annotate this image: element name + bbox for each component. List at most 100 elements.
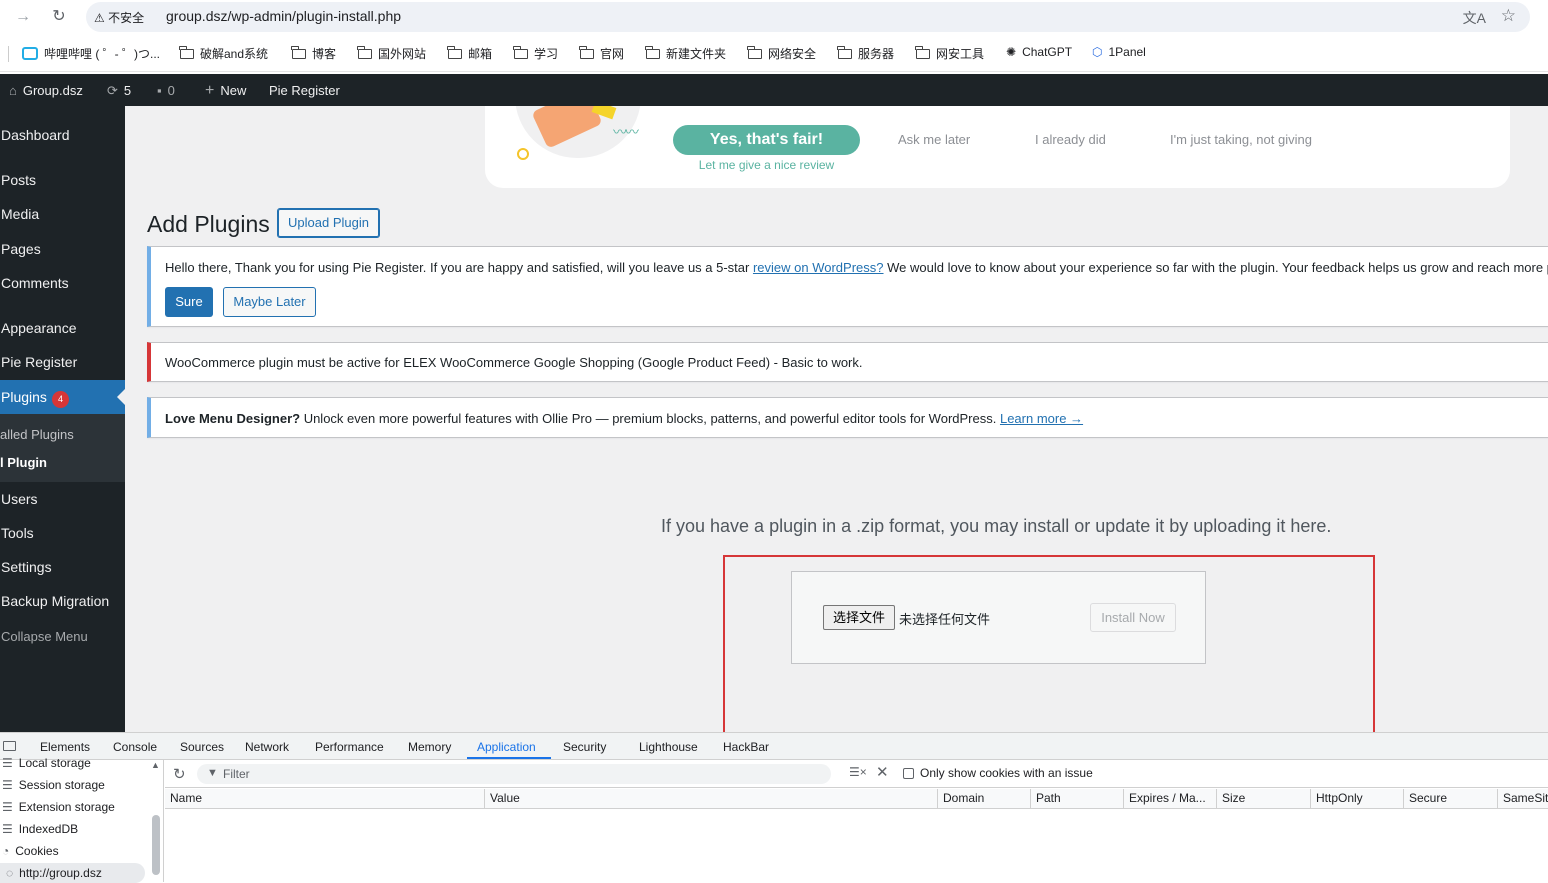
column-header-samesite[interactable]: SameSit xyxy=(1498,789,1548,809)
notice-text: Love Menu Designer? Unlock even more pow… xyxy=(165,411,1084,426)
sidebar-item-settings[interactable]: Settings xyxy=(1,559,52,575)
sidebar-item-appearance[interactable]: Appearance xyxy=(1,320,77,336)
yes-fair-subtitle[interactable]: Let me give a nice review xyxy=(673,158,860,172)
sidebar-item-posts[interactable]: Posts xyxy=(1,172,36,188)
tree-local-storage[interactable]: ☰ Local storage xyxy=(2,756,91,770)
sure-button[interactable]: Sure xyxy=(165,287,213,317)
scroll-up-arrow[interactable]: ▲ xyxy=(151,760,160,770)
device-toggle-icon[interactable] xyxy=(3,741,16,751)
folder-icon xyxy=(357,46,372,59)
tab-network[interactable]: Network xyxy=(245,740,289,754)
filter-input[interactable] xyxy=(223,765,823,783)
bookmark-folder[interactable]: 网络安全 xyxy=(747,45,816,62)
new-content-link[interactable]: + New xyxy=(205,83,246,99)
pie-register-link[interactable]: Pie Register xyxy=(269,83,340,98)
column-header-size[interactable]: Size xyxy=(1217,789,1311,809)
column-header-httponly[interactable]: HttpOnly xyxy=(1311,789,1404,809)
tree-session-storage[interactable]: ☰ Session storage xyxy=(2,778,105,792)
only-issue-checkbox[interactable] xyxy=(903,768,914,779)
column-header-path[interactable]: Path xyxy=(1031,789,1124,809)
bookmark-chatgpt[interactable]: ✺ ChatGPT xyxy=(1006,45,1072,59)
bookmark-bilibili[interactable]: 哔哩哔哩 ( ゜- ゜)つ... xyxy=(22,45,160,62)
bookmark-folder[interactable]: 服务器 xyxy=(837,45,894,62)
tab-security[interactable]: Security xyxy=(563,740,606,754)
column-header-value[interactable]: Value xyxy=(485,789,938,809)
filter-icon: ▼ xyxy=(207,767,218,779)
sidebar-item-tools[interactable]: Tools xyxy=(1,525,34,541)
clear-filtered-cookies-icon[interactable]: ☰× xyxy=(849,765,867,779)
updates-link[interactable]: ⟳ 5 xyxy=(107,83,131,99)
sidebar-item-backup-migration[interactable]: Backup Migration xyxy=(1,593,109,609)
forward-icon[interactable]: → xyxy=(12,6,34,28)
comments-link[interactable]: ▪ 0 xyxy=(157,83,175,98)
application-sidebar: ☰ Local storage ☰ Session storage ☰ Extensi… xyxy=(0,756,164,883)
bookmark-star-icon[interactable]: ☆ xyxy=(1501,6,1516,26)
tab-lighthouse[interactable]: Lighthouse xyxy=(639,740,698,754)
tab-elements[interactable]: Elements xyxy=(40,740,90,754)
sidebar-item-pages[interactable]: Pages xyxy=(1,241,41,257)
choose-file-button[interactable]: 选择文件 xyxy=(823,605,895,630)
sidebar-item-users[interactable]: Users xyxy=(1,491,38,507)
install-now-button[interactable]: Install Now xyxy=(1090,603,1176,632)
refresh-icon[interactable]: ↻ xyxy=(173,765,186,783)
column-header-domain[interactable]: Domain xyxy=(938,789,1031,809)
site-name-link[interactable]: ⌂ Group.dsz xyxy=(9,83,83,98)
tree-extension-storage[interactable]: ☰ Extension storage xyxy=(2,800,115,814)
address-bar[interactable]: ⚠ 不安全 group.dsz/wp-admin/plugin-install.… xyxy=(86,2,1530,32)
tree-cookies[interactable]: ◔ Cookies xyxy=(2,844,59,858)
submenu-add-plugin[interactable]: l Plugin xyxy=(0,455,47,470)
scrollbar-thumb[interactable] xyxy=(152,815,160,875)
tab-sources[interactable]: Sources xyxy=(180,740,224,754)
translate-icon[interactable]: 文A xyxy=(1463,8,1486,28)
sidebar-item-pie-register[interactable]: Pie Register xyxy=(1,354,77,370)
sidebar-item-media[interactable]: Media xyxy=(1,206,39,222)
not-giving-link[interactable]: I'm just taking, not giving xyxy=(1170,132,1312,147)
bookmark-folder[interactable]: 破解and系统 xyxy=(179,45,268,62)
tree-cookie-origin[interactable]: ◌ http://group.dsz xyxy=(6,866,102,880)
openai-icon: ✺ xyxy=(1006,45,1017,59)
sidebar-item-dashboard[interactable]: Dashboard xyxy=(1,127,70,143)
column-header-expires[interactable]: Expires / Ma... xyxy=(1124,789,1217,809)
bookmark-folder[interactable]: 邮箱 xyxy=(447,45,492,62)
delete-cookie-icon[interactable]: ✕ xyxy=(876,763,889,781)
bookmark-folder[interactable]: 学习 xyxy=(513,45,558,62)
tab-memory[interactable]: Memory xyxy=(408,740,451,754)
bookmark-folder[interactable]: 官网 xyxy=(579,45,624,62)
column-header-name[interactable]: Name xyxy=(165,789,485,809)
browser-toolbar: → ↻ ⚠ 不安全 group.dsz/wp-admin/plugin-inst… xyxy=(0,0,1548,34)
database-icon: ☰ xyxy=(2,800,13,814)
learn-more-link[interactable]: Learn more → xyxy=(1000,411,1083,426)
tree-indexeddb[interactable]: ☰ IndexedDB xyxy=(2,822,78,836)
column-header-secure[interactable]: Secure xyxy=(1404,789,1498,809)
sidebar-item-plugins[interactable]: Plugins 4 xyxy=(0,380,125,414)
folder-icon xyxy=(579,46,594,59)
reload-icon[interactable]: ↻ xyxy=(48,6,70,28)
maybe-later-button[interactable]: Maybe Later xyxy=(223,287,316,317)
bookmark-1panel[interactable]: ⬡ 1Panel xyxy=(1092,45,1146,59)
tab-console[interactable]: Console xyxy=(113,740,157,754)
submenu-installed-plugins[interactable]: alled Plugins xyxy=(0,427,74,442)
sidebar-item-comments[interactable]: Comments xyxy=(1,275,69,291)
ask-later-link[interactable]: Ask me later xyxy=(898,132,970,147)
yes-fair-button[interactable]: Yes, that's fair! xyxy=(673,125,860,155)
bookmark-folder[interactable]: 新建文件夹 xyxy=(645,45,726,62)
notice-text: Hello there, Thank you for using Pie Reg… xyxy=(165,260,1548,275)
tab-performance[interactable]: Performance xyxy=(315,740,384,754)
database-icon: ☰ xyxy=(2,778,13,792)
upload-plugin-button[interactable]: Upload Plugin xyxy=(277,208,380,238)
bookmark-folder[interactable]: 网安工具 xyxy=(915,45,984,62)
bookmark-folder[interactable]: 国外网站 xyxy=(357,45,426,62)
collapse-menu-button[interactable]: Collapse Menu xyxy=(1,629,88,644)
url-text[interactable]: group.dsz/wp-admin/plugin-install.php xyxy=(166,8,401,24)
cookie-icon: ◔ xyxy=(2,844,10,858)
tab-application[interactable]: Application xyxy=(477,740,536,754)
only-issue-label: Only show cookies with an issue xyxy=(920,766,1093,780)
insecure-warning[interactable]: ⚠ 不安全 xyxy=(94,9,144,26)
review-link[interactable]: review on WordPress? xyxy=(753,260,884,275)
folder-icon xyxy=(291,46,306,59)
folder-icon xyxy=(179,46,194,59)
already-did-link[interactable]: I already did xyxy=(1035,132,1106,147)
bookmark-folder[interactable]: 博客 xyxy=(291,45,336,62)
current-menu-arrow xyxy=(117,389,125,405)
tab-hackbar[interactable]: HackBar xyxy=(723,740,769,754)
